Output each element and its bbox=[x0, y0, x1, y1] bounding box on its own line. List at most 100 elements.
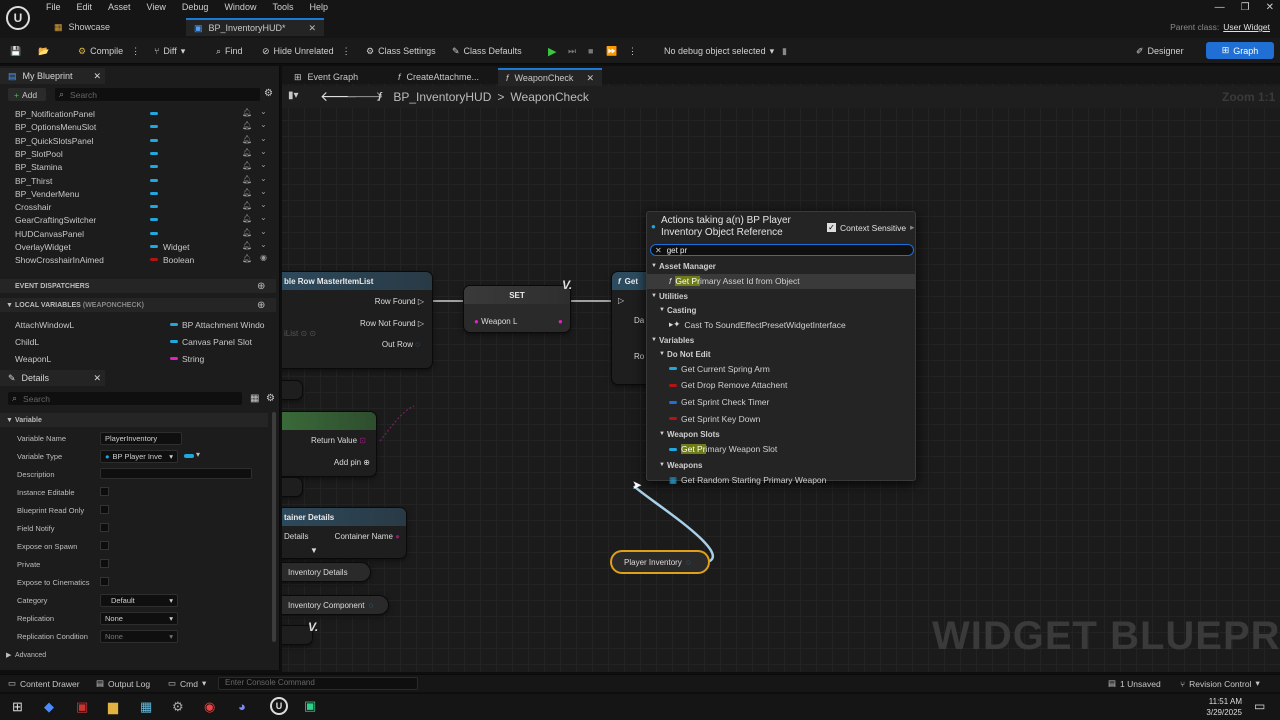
container-name-pin[interactable]: Container Name ● bbox=[335, 532, 400, 541]
simulate-icon[interactable]: ⏩ bbox=[606, 44, 617, 58]
pin-output[interactable]: ● bbox=[558, 317, 563, 326]
class-settings-button[interactable]: ⚙ Class Settings bbox=[366, 44, 436, 58]
console-input[interactable]: Enter Console Command bbox=[218, 677, 418, 690]
menu-tools[interactable]: Tools bbox=[264, 0, 301, 16]
object-output-pin[interactable]: ◌ bbox=[686, 558, 691, 567]
save-icon[interactable]: 💾 bbox=[10, 44, 21, 58]
container-type-pill[interactable] bbox=[184, 454, 194, 458]
set-node[interactable]: SET ● Weapon L ● bbox=[464, 286, 570, 332]
browse-icon[interactable]: 📂 bbox=[38, 44, 49, 58]
event-dispatchers-section[interactable]: EVENT DISPATCHERS ⊕ bbox=[0, 279, 276, 293]
chevron-down-icon[interactable]: ⌄ bbox=[260, 227, 267, 236]
add-local-variable-icon[interactable]: ⊕ bbox=[257, 300, 265, 311]
content-drawer-button[interactable]: ▭ Content Drawer bbox=[8, 678, 80, 689]
weapon-l-pin[interactable]: ● Weapon L bbox=[474, 317, 517, 326]
bell-icon[interactable]: 🔔︎ bbox=[242, 188, 252, 197]
action-item[interactable]: Get Current Spring Arm bbox=[647, 362, 915, 377]
menu-help[interactable]: Help bbox=[301, 0, 336, 16]
replication-condition-select[interactable]: None ▾ bbox=[100, 630, 178, 643]
action-category[interactable]: ▼ Asset Manager bbox=[647, 260, 915, 275]
field-notify-checkbox[interactable] bbox=[100, 523, 109, 532]
eye-icon[interactable]: ◉ bbox=[260, 253, 267, 262]
taskbar-app-icon[interactable]: ▦ bbox=[140, 699, 152, 715]
chevron-down-icon[interactable]: ⌄ bbox=[260, 213, 267, 222]
category-select[interactable]: Default ▾ bbox=[100, 594, 178, 607]
read-only-checkbox[interactable] bbox=[100, 505, 109, 514]
table-view-icon[interactable]: ▦ bbox=[250, 393, 259, 404]
action-item[interactable]: Get Primary Weapon Slot bbox=[647, 442, 915, 457]
restore-icon[interactable]: ❐ bbox=[1241, 2, 1250, 13]
player-inventory-node[interactable]: Player Inventory ◌ bbox=[612, 552, 708, 572]
taskbar-app-icon[interactable]: ◆ bbox=[44, 699, 54, 715]
menu-debug[interactable]: Debug bbox=[174, 0, 217, 16]
action-item[interactable]: f Get Primary Asset Id from Object bbox=[647, 273, 915, 289]
notification-icon[interactable]: ▭ bbox=[1254, 699, 1265, 713]
chevron-down-icon[interactable]: ⌄ bbox=[260, 160, 267, 169]
variable-name-field[interactable]: PlayerInventory bbox=[100, 432, 182, 445]
close-panel-icon[interactable]: ✕ bbox=[93, 373, 101, 384]
reroute-node[interactable] bbox=[282, 478, 302, 496]
local-variable-row[interactable]: AttachWindowL BP Attachment Windo bbox=[0, 319, 276, 332]
chevron-down-icon[interactable]: ⌄ bbox=[260, 107, 267, 116]
blueprint-search-input[interactable]: ⌕ Search bbox=[55, 88, 260, 101]
reroute-node[interactable] bbox=[282, 381, 302, 399]
bell-icon[interactable]: 🔔︎ bbox=[242, 121, 252, 130]
variable-row[interactable]: Crosshair 🔔︎ ⌄ bbox=[0, 200, 276, 214]
designer-button[interactable]: ✐ Designer bbox=[1136, 44, 1184, 58]
details-search-input[interactable]: ⌕ Search bbox=[8, 392, 242, 405]
action-category[interactable]: ▼ Weapons bbox=[647, 459, 915, 474]
row-found-pin[interactable]: Row Found ▷ bbox=[375, 297, 424, 306]
action-item[interactable]: Get Sprint Key Down bbox=[647, 412, 915, 427]
description-field[interactable] bbox=[100, 468, 252, 479]
variable-row[interactable]: BP_Stamina 🔔︎ ⌄ bbox=[0, 160, 276, 174]
revision-control-button[interactable]: ⑂ Revision Control ▾ bbox=[1180, 678, 1260, 689]
variable-row[interactable]: BP_SlotPool 🔔︎ ⌄ bbox=[0, 147, 276, 161]
make-array-node[interactable]: Return Value ⊡ Add pin ⊕ bbox=[282, 412, 376, 476]
step-icon[interactable]: ⏭ bbox=[568, 44, 576, 58]
play-icon[interactable]: ▶ bbox=[548, 44, 556, 58]
tab-bp-inventoryhud[interactable]: ▣ BP_InventoryHUD* ✕ bbox=[186, 18, 324, 36]
get-data-table-row-node[interactable]: ble Row MasterItemList Row Found ▷ Row N… bbox=[282, 272, 432, 368]
system-clock[interactable]: 11:51 AM 3/29/2025 bbox=[1200, 696, 1242, 718]
bell-icon[interactable]: 🔔︎ bbox=[242, 161, 252, 170]
out-row-pin[interactable]: Out Row ◌ bbox=[382, 340, 420, 349]
details-scrollbar[interactable] bbox=[272, 412, 276, 642]
bell-icon[interactable]: 🔔︎ bbox=[242, 241, 252, 250]
taskbar-app-icon[interactable]: ▣ bbox=[76, 699, 88, 715]
action-category[interactable]: ▼ Utilities bbox=[647, 290, 915, 305]
bell-icon[interactable]: 🔔︎ bbox=[242, 148, 252, 157]
variable-row[interactable]: ShowCrosshairInAimed Boolean 🔔︎ ◉ bbox=[0, 253, 276, 267]
expand-node-icon[interactable]: ▼ bbox=[310, 546, 318, 555]
minimize-icon[interactable]: — bbox=[1215, 2, 1225, 13]
bell-icon[interactable]: 🔔︎ bbox=[242, 135, 252, 144]
menu-window[interactable]: Window bbox=[216, 0, 264, 16]
output-log-button[interactable]: ▤ Output Log bbox=[96, 678, 150, 689]
settings-gear-icon[interactable]: ⚙ bbox=[264, 88, 273, 99]
debug-filter-icon[interactable]: ▮ bbox=[782, 44, 787, 58]
taskbar-app-icon[interactable]: ⚙ bbox=[172, 699, 184, 715]
action-item[interactable]: Get Sprint Check Timer bbox=[647, 395, 915, 410]
context-sensitive-toggle[interactable]: ✓ Context Sensitive ▸ bbox=[827, 222, 914, 233]
more-icon[interactable]: ⋮ bbox=[131, 46, 140, 57]
unreal-logo-icon[interactable]: U bbox=[6, 6, 30, 30]
container-details-node[interactable]: tainer Details Details Container Name ● … bbox=[282, 508, 406, 558]
instance-editable-checkbox[interactable] bbox=[100, 487, 109, 496]
menu-asset[interactable]: Asset bbox=[100, 0, 139, 16]
hide-unrelated-button[interactable]: ⊘ Hide Unrelated ⋮ bbox=[262, 44, 351, 58]
clear-search-icon[interactable]: ✕ bbox=[655, 246, 662, 255]
variable-row[interactable]: BP_QuickSlotsPanel 🔔︎ ⌄ bbox=[0, 134, 276, 148]
folder-icon[interactable]: ▆ bbox=[108, 699, 118, 715]
stop-icon[interactable]: ■ bbox=[588, 44, 593, 58]
expose-on-spawn-checkbox[interactable] bbox=[100, 541, 109, 550]
windows-start-icon[interactable]: ⊞ bbox=[12, 699, 23, 715]
close-panel-icon[interactable]: ✕ bbox=[93, 71, 101, 82]
unsaved-indicator[interactable]: ▤ 1 Unsaved bbox=[1108, 678, 1161, 689]
menu-file[interactable]: File bbox=[38, 0, 69, 16]
bell-icon[interactable]: 🔔︎ bbox=[242, 214, 252, 223]
expose-cinematics-checkbox[interactable] bbox=[100, 577, 109, 586]
chevron-down-icon[interactable]: ▾ bbox=[196, 450, 200, 459]
bell-icon[interactable]: 🔔︎ bbox=[242, 201, 252, 210]
diff-button[interactable]: ⑂ Diff ▾ bbox=[154, 44, 185, 58]
action-category[interactable]: ▼ Do Not Edit bbox=[647, 348, 915, 363]
inventory-component-node[interactable]: Inventory Component ◌ bbox=[282, 596, 388, 614]
